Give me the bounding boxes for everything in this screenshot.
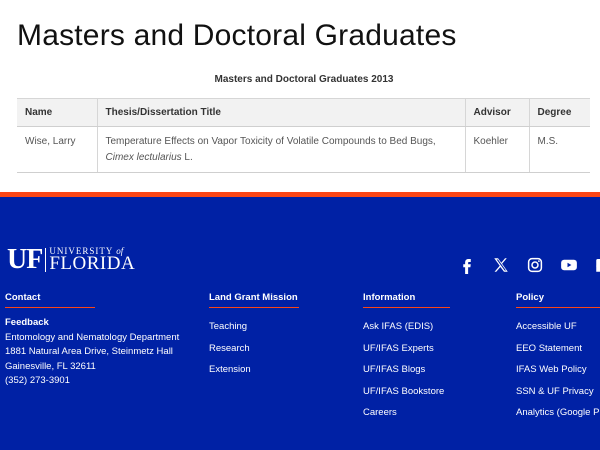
eeo-link[interactable]: EEO Statement bbox=[516, 338, 600, 360]
logo-florida: FLORIDA bbox=[49, 253, 136, 274]
table-header-row: Name Thesis/Dissertation Title Advisor D… bbox=[17, 98, 590, 127]
cell-title: Temperature Effects on Vapor Toxicity of… bbox=[96, 126, 466, 173]
social-links bbox=[458, 256, 600, 274]
analytics-link[interactable]: Analytics (Google Pr bbox=[516, 402, 600, 424]
extension-link[interactable]: Extension bbox=[209, 359, 299, 381]
teaching-link[interactable]: Teaching bbox=[209, 316, 299, 338]
page-title: Masters and Doctoral Graduates bbox=[17, 19, 457, 52]
bookstore-link[interactable]: UF/IFAS Bookstore bbox=[363, 381, 450, 403]
graduates-table: Name Thesis/Dissertation Title Advisor D… bbox=[17, 98, 590, 173]
x-icon[interactable] bbox=[492, 256, 516, 274]
land-grant-heading: Land Grant Mission bbox=[209, 292, 299, 308]
research-link[interactable]: Research bbox=[209, 338, 299, 360]
youtube-icon[interactable] bbox=[560, 256, 584, 274]
uf-logo[interactable]: UF UNIVERSITY of FLORIDA bbox=[7, 244, 136, 275]
footer-information: Information Ask IFAS (EDIS) UF/IFAS Expe… bbox=[363, 292, 450, 424]
address-line-1: 1881 Natural Area Drive, Steinmetz Hall bbox=[5, 346, 173, 357]
column-header-name: Name bbox=[17, 98, 98, 127]
footer-land-grant: Land Grant Mission Teaching Research Ext… bbox=[209, 292, 299, 381]
instagram-icon[interactable] bbox=[526, 256, 550, 274]
cell-advisor: Koehler bbox=[464, 126, 530, 173]
title-suffix: L. bbox=[184, 152, 193, 163]
column-header-degree: Degree bbox=[528, 98, 590, 127]
podcast-icon[interactable] bbox=[594, 256, 600, 274]
privacy-link[interactable]: SSN & UF Privacy bbox=[516, 381, 600, 403]
experts-link[interactable]: UF/IFAS Experts bbox=[363, 338, 450, 360]
table-row: Wise, Larry Temperature Effects on Vapor… bbox=[17, 126, 590, 173]
feedback-link[interactable]: Feedback bbox=[5, 316, 95, 331]
dept-name: Entomology and Nematology Department bbox=[5, 331, 180, 343]
facebook-icon[interactable] bbox=[458, 256, 482, 274]
logo-mark: UF bbox=[7, 244, 43, 275]
policy-heading: Policy bbox=[516, 292, 600, 308]
contact-heading: Contact bbox=[5, 292, 95, 308]
cell-degree: M.S. bbox=[528, 126, 590, 173]
accessible-uf-link[interactable]: Accessible UF bbox=[516, 316, 600, 338]
phone-link[interactable]: (352) 273-3901 bbox=[5, 374, 95, 389]
column-header-advisor: Advisor bbox=[464, 98, 530, 127]
logo-divider bbox=[45, 248, 47, 272]
logo-wordmark: UNIVERSITY of FLORIDA bbox=[49, 247, 136, 274]
careers-link[interactable]: Careers bbox=[363, 402, 450, 424]
table-caption: Masters and Doctoral Graduates 2013 bbox=[214, 74, 394, 85]
footer-contact: Contact Feedback Entomology and Nematolo… bbox=[5, 292, 180, 389]
blogs-link[interactable]: UF/IFAS Blogs bbox=[363, 359, 450, 381]
cell-name: Wise, Larry bbox=[17, 126, 98, 173]
site-footer: UF UNIVERSITY of FLORIDA Contact Feedbac… bbox=[0, 197, 600, 450]
title-text: Temperature Effects on Vapor Toxicity of… bbox=[105, 136, 436, 147]
title-species: Cimex lectularius bbox=[105, 152, 182, 163]
address-line-2: Gainesville, FL 32611 bbox=[5, 360, 96, 372]
ask-ifas-link[interactable]: Ask IFAS (EDIS) bbox=[363, 316, 450, 338]
footer-policy: Policy Accessible UF EEO Statement IFAS … bbox=[516, 292, 600, 424]
information-heading: Information bbox=[363, 292, 450, 308]
column-header-title: Thesis/Dissertation Title bbox=[96, 98, 466, 127]
web-policy-link[interactable]: IFAS Web Policy bbox=[516, 359, 600, 381]
